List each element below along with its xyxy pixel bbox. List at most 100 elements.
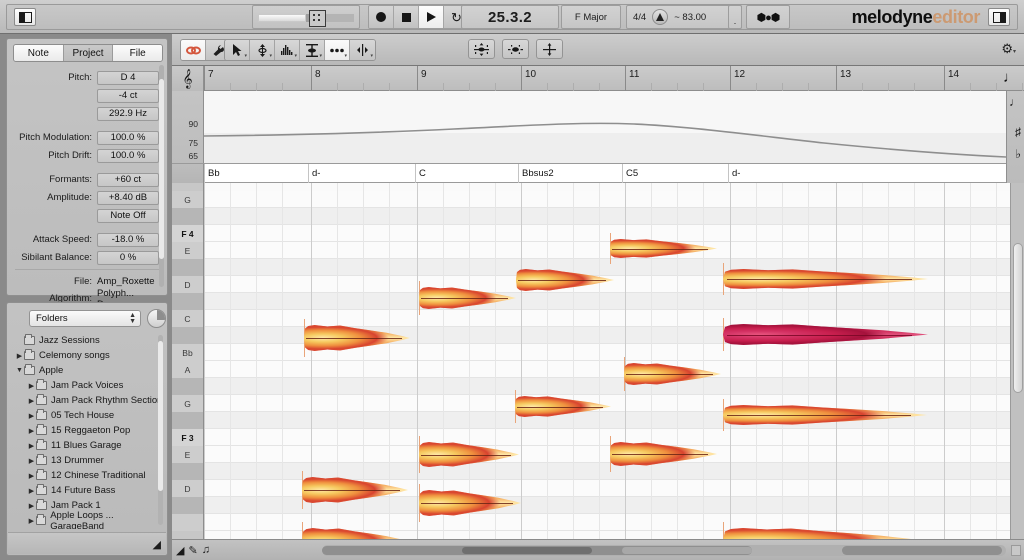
pie-clock-icon[interactable] (147, 309, 166, 328)
tool-dropdown-caret[interactable]: ▾ (269, 53, 272, 59)
chord-label[interactable]: C (419, 168, 426, 179)
pitch-key[interactable]: E (172, 242, 203, 259)
twisty-closed-icon[interactable]: ▶ (27, 457, 36, 465)
chord-label[interactable]: Bb (208, 168, 220, 179)
note-blob[interactable] (610, 239, 717, 258)
vertical-scrollbar[interactable] (1010, 183, 1024, 539)
tree-item[interactable]: ▶ 12 Chinese Traditional (11, 468, 165, 483)
pitch-key[interactable]: Bb (172, 344, 203, 361)
note-blob[interactable] (624, 363, 721, 385)
tab-note[interactable]: Note (14, 45, 64, 61)
chord-track[interactable]: Bb d- C Bbsus2 C5 d- (172, 163, 1024, 183)
key-display[interactable]: F Major (561, 5, 621, 29)
field-attack-speed-value[interactable]: -18.0 % (97, 232, 159, 247)
pitch-lane[interactable] (204, 378, 1024, 395)
settings-gear-button[interactable]: ⚙▾ (1001, 41, 1016, 57)
panel-left-toggle[interactable] (14, 8, 36, 26)
quantize-time-button[interactable] (536, 39, 563, 59)
field-cents-value[interactable]: -4 ct (97, 88, 159, 103)
note-blob[interactable] (723, 324, 928, 345)
pitch-key[interactable]: F 4 (172, 225, 203, 242)
clef-button[interactable]: 𝄞 (172, 66, 204, 91)
twisty-closed-icon[interactable]: ▶ (15, 352, 24, 360)
twisty-closed-icon[interactable]: ▶ (27, 397, 36, 405)
note-blob[interactable] (723, 528, 923, 539)
pitch-key[interactable]: D (172, 480, 203, 497)
note-blob[interactable] (723, 269, 928, 289)
pitch-key[interactable] (172, 293, 203, 310)
note-blob[interactable] (302, 477, 408, 503)
tempo-unit-display[interactable]: . (728, 5, 742, 29)
note-blob[interactable] (610, 442, 717, 466)
pitch-key[interactable] (172, 463, 203, 480)
correct-pitch-button[interactable] (502, 39, 529, 59)
twisty-closed-icon[interactable]: ▶ (27, 427, 36, 435)
note-blob[interactable] (515, 396, 611, 417)
quarter-note-icon[interactable]: ♩ (1009, 95, 1021, 109)
pitch-lane[interactable] (204, 293, 1024, 310)
tree-item[interactable]: ▶ Jazz Sessions (11, 333, 165, 348)
twisty-open-icon[interactable]: ▼ (15, 367, 24, 374)
tool-dropdown-caret[interactable]: ▾ (319, 53, 322, 59)
field-hz-value[interactable]: 292.9 Hz (97, 106, 159, 121)
scroll-corner[interactable] (1011, 545, 1021, 556)
note-blob[interactable] (302, 528, 410, 539)
pitch-tool[interactable]: ▾ (250, 40, 275, 60)
chord-label[interactable]: C5 (626, 168, 638, 179)
volume-slider[interactable] (252, 5, 360, 29)
tree-item[interactable]: ▶ Celemony songs (11, 348, 165, 363)
twisty-closed-icon[interactable]: ▶ (27, 412, 36, 420)
pitch-key[interactable] (172, 412, 203, 429)
metronome-icon[interactable] (652, 9, 669, 25)
horizontal-scrollbar[interactable] (322, 545, 1006, 556)
stop-button[interactable] (394, 6, 419, 28)
pitch-key[interactable] (172, 208, 203, 225)
record-button[interactable] (369, 6, 394, 28)
field-amplitude-value[interactable]: +8.40 dB (97, 190, 159, 205)
quarter-note-icon[interactable]: ♩ (1003, 69, 1018, 86)
tool-dropdown-caret[interactable]: ▾ (294, 53, 297, 59)
tempo-signature-display[interactable]: 4/4 ~ 83.00 (626, 5, 742, 29)
pitch-key[interactable] (172, 497, 203, 514)
quantize-pitch-button[interactable] (468, 39, 495, 59)
note-blob[interactable] (419, 490, 521, 516)
twisty-closed-icon[interactable]: ▶ (27, 472, 36, 480)
sharp-icon[interactable]: ♯ (1015, 125, 1021, 139)
chord-label[interactable]: d- (732, 168, 740, 179)
field-sibilant-balance-value[interactable]: 0 % (97, 250, 159, 265)
tab-file[interactable]: File (113, 45, 162, 61)
pitch-key[interactable]: A (172, 361, 203, 378)
twisty-closed-icon[interactable]: ▶ (27, 442, 36, 450)
scan-button[interactable]: ⬢●⬢ (746, 5, 790, 29)
link-tool[interactable] (181, 40, 206, 60)
note-editor[interactable]: GF 4 E D C Bb A G F 3ED (172, 183, 1024, 539)
time-tool[interactable]: ▾ (350, 40, 375, 60)
tree-item[interactable]: ▼ Apple (11, 363, 165, 378)
tempo-lane[interactable]: 90 75 65 (172, 91, 1024, 163)
pitch-key[interactable] (172, 259, 203, 276)
vscroll-thumb[interactable] (1013, 243, 1023, 393)
pitch-key[interactable] (172, 327, 203, 344)
field-pitch-value[interactable]: D 4 (97, 70, 159, 85)
note-blob[interactable] (723, 405, 927, 425)
field-pitch-drift-value[interactable]: 100.0 % (97, 148, 159, 163)
twisty-closed-icon[interactable]: ▶ (27, 517, 36, 525)
tree-item[interactable]: ▶ Jam Pack Rhythm Section (11, 393, 165, 408)
pitch-key[interactable]: C (172, 310, 203, 327)
pitch-key[interactable] (172, 514, 203, 531)
tree-scrollbar[interactable] (158, 335, 163, 525)
browser-mode-select[interactable]: Folders ▲ ▼ (29, 310, 141, 327)
pencil-icon[interactable]: ✎ (188, 544, 197, 557)
tool-dropdown-caret[interactable]: ▾ (344, 53, 347, 59)
pitch-key[interactable]: G (172, 395, 203, 412)
pitch-key[interactable] (172, 378, 203, 395)
twisty-closed-icon[interactable]: ▶ (27, 382, 36, 390)
tree-item[interactable]: ▶ 11 Blues Garage (11, 438, 165, 453)
tab-project[interactable]: Project (63, 45, 114, 61)
tree-item[interactable]: ▶ 14 Future Bass (11, 483, 165, 498)
pitch-key[interactable]: F 3 (172, 429, 203, 446)
hscroll-thumb-right[interactable] (842, 546, 1002, 555)
pitch-lane[interactable] (204, 208, 1024, 225)
pitch-lane[interactable] (204, 361, 1024, 378)
resize-grip-icon[interactable]: ◢ (153, 538, 161, 551)
